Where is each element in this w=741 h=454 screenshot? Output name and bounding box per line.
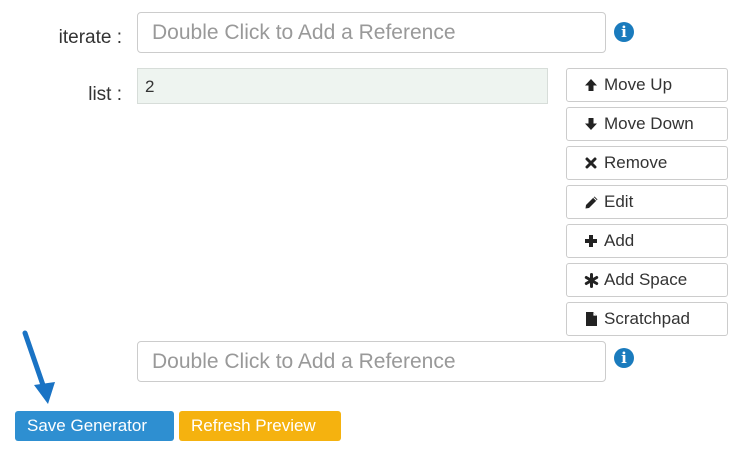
info-icon[interactable]: i <box>614 348 634 368</box>
reference-input[interactable] <box>137 341 606 382</box>
edit-label: Edit <box>604 192 634 211</box>
plus-icon <box>582 234 600 248</box>
add-space-button[interactable]: Add Space <box>566 263 728 297</box>
pencil-icon <box>582 195 600 210</box>
edit-button[interactable]: Edit <box>566 185 728 219</box>
add-button[interactable]: Add <box>566 224 728 258</box>
scratchpad-button[interactable]: Scratchpad <box>566 302 728 336</box>
refresh-preview-button[interactable]: Refresh Preview <box>179 411 341 441</box>
arrow-up-icon <box>582 78 600 92</box>
remove-label: Remove <box>604 153 668 172</box>
add-label: Add <box>604 231 635 250</box>
remove-button[interactable]: Remove <box>566 146 728 180</box>
move-up-label: Move Up <box>604 75 673 94</box>
x-icon <box>582 157 600 169</box>
arrow-down-icon <box>582 117 600 131</box>
move-down-button[interactable]: Move Down <box>566 107 728 141</box>
scratchpad-label: Scratchpad <box>604 309 690 328</box>
file-icon <box>582 311 600 327</box>
add-space-label: Add Space <box>604 270 688 289</box>
move-down-label: Move Down <box>604 114 694 133</box>
list-label: list : <box>88 84 122 105</box>
iterate-reference-input[interactable] <box>137 12 606 53</box>
save-generator-button[interactable]: Save Generator <box>15 411 174 441</box>
info-icon[interactable]: i <box>614 22 634 42</box>
asterisk-icon <box>582 272 600 288</box>
list-item[interactable]: 2 <box>145 77 154 96</box>
iterate-label: iterate : <box>58 27 122 48</box>
move-up-button[interactable]: Move Up <box>566 68 728 102</box>
annotation-arrow-icon <box>22 330 55 404</box>
list-box[interactable]: 2 <box>137 68 548 104</box>
